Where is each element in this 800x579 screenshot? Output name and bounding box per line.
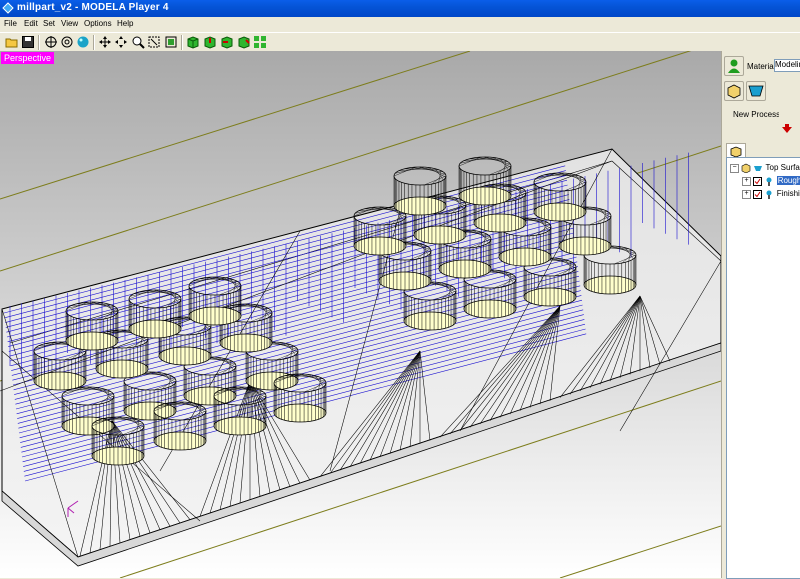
tab-tree[interactable] <box>726 143 746 158</box>
open-icon[interactable] <box>5 35 19 49</box>
surface-icon <box>754 166 763 171</box>
view-top-icon[interactable] <box>203 35 217 49</box>
tree-root[interactable]: − Top Surface <box>730 163 800 175</box>
arrow-down-icon[interactable] <box>782 124 792 133</box>
process-panel: Material Modeling New Process − Top Surf… <box>721 51 800 579</box>
view-fit-icon[interactable] <box>60 35 74 49</box>
tree-item-roughing[interactable]: + Roughing <box>742 176 800 188</box>
tool-icon <box>766 177 772 186</box>
user-icon <box>728 59 740 73</box>
menu-bar: File Edit Set View Options Help <box>0 17 800 31</box>
tree-item-label: Roughing <box>776 176 800 186</box>
new-process-select[interactable] <box>779 107 800 120</box>
tree-item-label: Finishing <box>776 189 800 199</box>
menu-view[interactable]: View <box>61 19 78 28</box>
multi-view-icon[interactable] <box>253 35 267 49</box>
process-tree[interactable]: − Top Surface + Roughing + Finishing <box>726 157 800 579</box>
surface-icon <box>748 85 764 97</box>
toolbar <box>0 32 800 53</box>
expand-icon[interactable]: + <box>742 176 751 186</box>
new-process-label: New Process <box>733 110 781 119</box>
tool-icon <box>766 190 772 199</box>
title-bar: millpart_v2 - MODELA Player 4 <box>0 0 800 17</box>
expand-icon[interactable]: + <box>742 189 751 199</box>
toolpath-view-button[interactable] <box>746 81 766 101</box>
view-right-icon[interactable] <box>220 35 234 49</box>
model-icon <box>741 163 751 174</box>
user-button[interactable] <box>724 56 744 76</box>
zoom-icon[interactable] <box>131 35 145 49</box>
view-mode-badge[interactable]: Perspective <box>1 52 55 64</box>
menu-file[interactable]: File <box>4 19 17 28</box>
collapse-icon[interactable]: − <box>730 163 739 173</box>
save-icon[interactable] <box>21 35 35 49</box>
zoom-fit-icon[interactable] <box>164 35 178 49</box>
menu-options[interactable]: Options <box>84 19 112 28</box>
viewport-canvas[interactable] <box>0 51 721 578</box>
checkbox-icon[interactable] <box>753 176 763 186</box>
menu-edit[interactable]: Edit <box>24 19 38 28</box>
checkbox-icon[interactable] <box>753 189 763 199</box>
pan-icon[interactable] <box>98 35 112 49</box>
view-front-icon[interactable] <box>186 35 200 49</box>
app-icon <box>2 2 14 14</box>
material-label: Material <box>747 62 776 71</box>
box-icon <box>727 84 741 99</box>
tree-item-finishing[interactable]: + Finishing <box>742 189 800 201</box>
sphere-icon[interactable] <box>76 35 90 49</box>
viewport-3d[interactable]: Perspective <box>0 51 721 578</box>
menu-help[interactable]: Help <box>117 19 133 28</box>
cut-settings-button[interactable] <box>724 81 744 101</box>
zoom-window-icon[interactable] <box>147 35 161 49</box>
folder-icon <box>730 146 742 158</box>
tree-root-label: Top Surface <box>765 163 800 173</box>
move-icon[interactable] <box>114 35 128 49</box>
view-rotate-icon[interactable] <box>44 35 58 49</box>
window-title: millpart_v2 - MODELA Player 4 <box>17 2 169 13</box>
material-select[interactable]: Modeling <box>774 59 800 72</box>
view-iso-icon[interactable] <box>237 35 251 49</box>
menu-set[interactable]: Set <box>43 19 55 28</box>
